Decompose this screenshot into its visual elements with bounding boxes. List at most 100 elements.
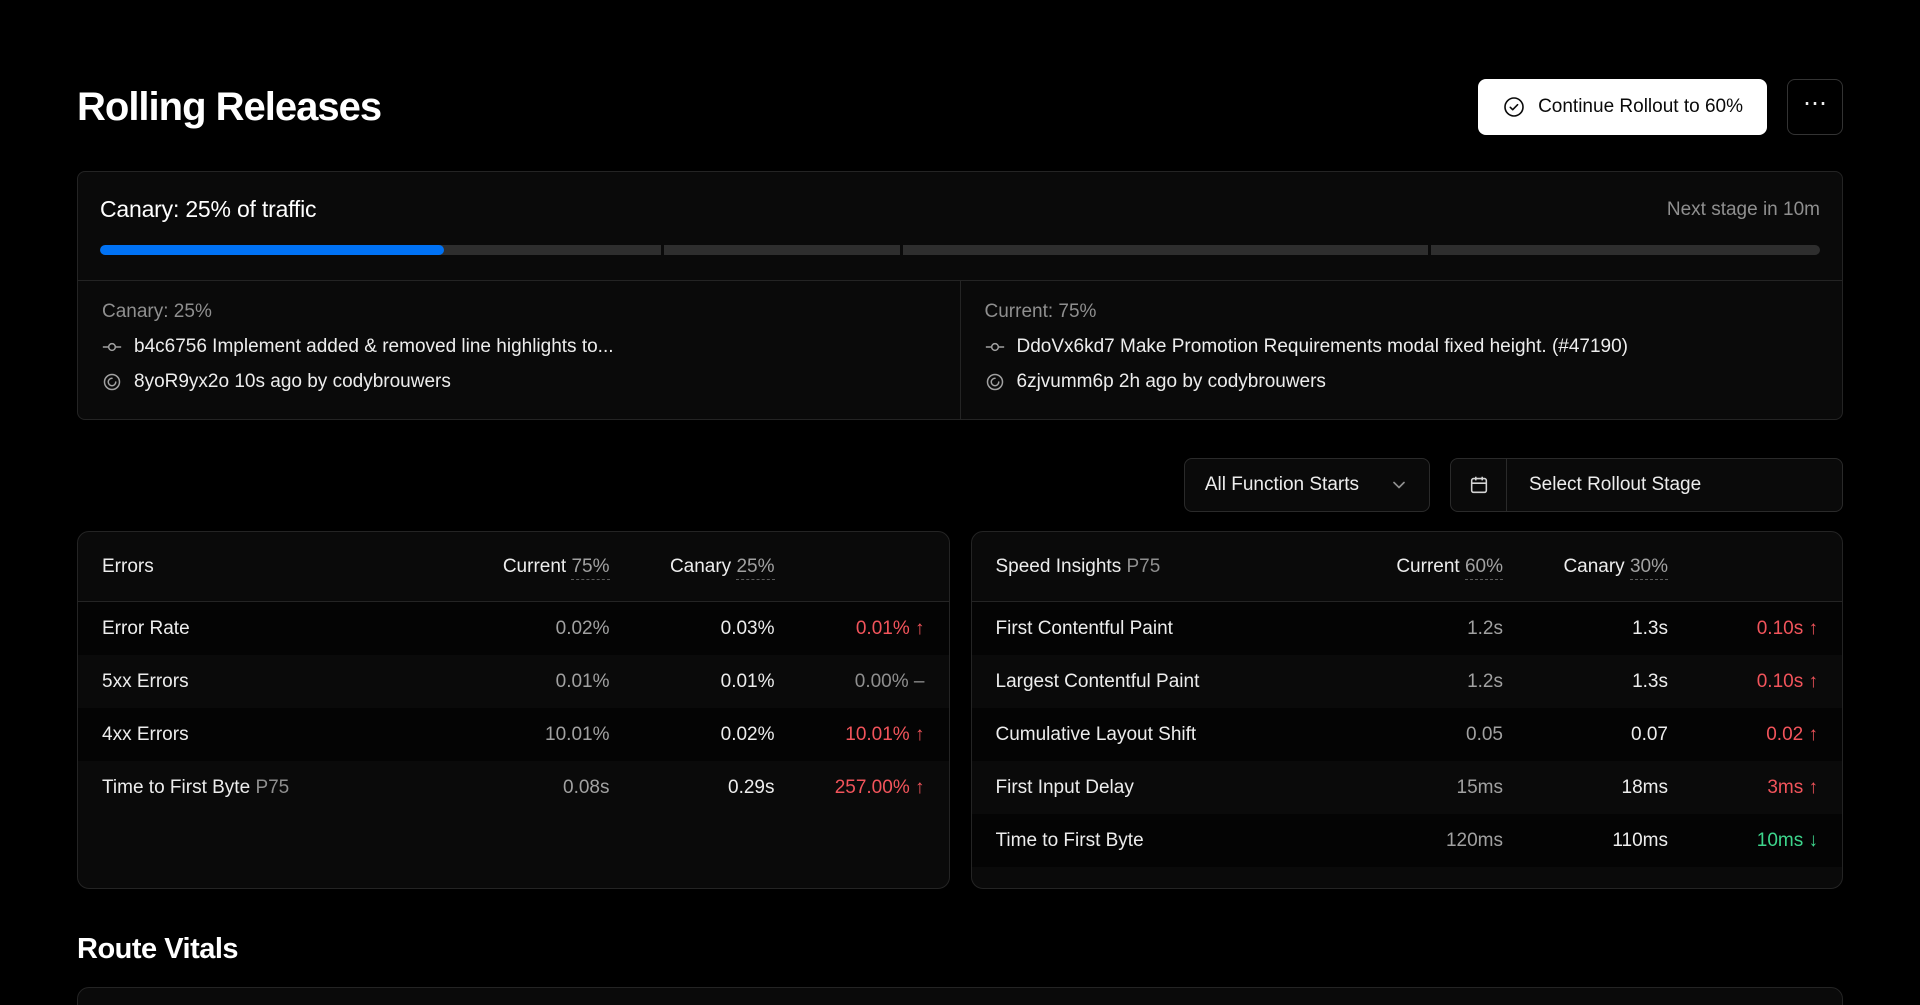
stage-marker bbox=[900, 245, 903, 255]
table-row[interactable]: First Contentful Paint 1.2s 1.3s 0.10s ↑ bbox=[972, 602, 1843, 655]
current-commit-line[interactable]: DdoVx6kd7 Make Promotion Requirements mo… bbox=[985, 336, 1819, 358]
metric-label: Time to First Byte P75 bbox=[102, 777, 430, 799]
metric-canary-value: 110ms bbox=[1503, 830, 1668, 852]
metric-delta-value: 10.01% ↑ bbox=[775, 724, 925, 746]
function-starts-label: All Function Starts bbox=[1205, 474, 1359, 496]
table-row[interactable]: Largest Contentful Paint 1.2s 1.3s 0.10s… bbox=[972, 655, 1843, 708]
canary-commit-line[interactable]: b4c6756 Implement added & removed line h… bbox=[102, 336, 936, 358]
speed-insights-card: Speed Insights P75 Current 60% Canary 30… bbox=[971, 531, 1844, 889]
column-header-current: Current 60% bbox=[1323, 556, 1503, 578]
filters-row: All Function Starts Select Rollout bbox=[77, 458, 1843, 512]
canary-commit-message: b4c6756 Implement added & removed line h… bbox=[134, 336, 614, 358]
canary-percent-badge[interactable]: 30% bbox=[1630, 556, 1668, 580]
calendar-icon-button[interactable] bbox=[1451, 459, 1507, 511]
route-vitals-search-card bbox=[77, 987, 1843, 1005]
table-row[interactable]: Cumulative Layout Shift 0.05 0.07 0.02 ↑ bbox=[972, 708, 1843, 761]
metric-current-value: 1.2s bbox=[1323, 671, 1503, 693]
canary-percent-badge[interactable]: 25% bbox=[736, 556, 774, 580]
speed-table-header: Speed Insights P75 Current 60% Canary 30… bbox=[972, 532, 1843, 602]
current-percent-label: Current: 75% bbox=[985, 301, 1819, 323]
metric-canary-value: 0.03% bbox=[610, 618, 775, 640]
page: Rolling Releases Continue Rollout to 60%… bbox=[0, 0, 1920, 1005]
table-row[interactable]: 4xx Errors 10.01% 0.02% 10.01% ↑ bbox=[78, 708, 949, 761]
rollout-status-header: Canary: 25% of traffic Next stage in 10m bbox=[78, 172, 1842, 223]
chevron-down-icon bbox=[1389, 475, 1409, 495]
metric-delta-value: 10ms ↓ bbox=[1668, 830, 1818, 852]
continue-rollout-button[interactable]: Continue Rollout to 60% bbox=[1478, 79, 1767, 135]
metric-current-value: 0.02% bbox=[430, 618, 610, 640]
next-stage-label: Next stage in 10m bbox=[1667, 199, 1820, 221]
rollout-stage-label: Select Rollout Stage bbox=[1507, 459, 1723, 511]
errors-table-title: Errors bbox=[102, 556, 430, 578]
table-row[interactable]: Error Rate 0.02% 0.03% 0.01% ↑ bbox=[78, 602, 949, 655]
canary-deployment-info: 8yoR9yx2o 10s ago by codybrouwers bbox=[134, 371, 451, 393]
metric-label: 4xx Errors bbox=[102, 724, 430, 746]
metric-label: 5xx Errors bbox=[102, 671, 430, 693]
metric-current-value: 0.05 bbox=[1323, 724, 1503, 746]
metric-delta-value: 0.10s ↑ bbox=[1668, 618, 1818, 640]
ellipsis-icon: ⋯ bbox=[1803, 92, 1827, 116]
metric-delta-value: 0.02 ↑ bbox=[1668, 724, 1818, 746]
rollout-stage-title: Canary: 25% of traffic bbox=[100, 196, 316, 223]
column-header-canary: Canary 30% bbox=[1503, 556, 1668, 578]
metric-current-value: 15ms bbox=[1323, 777, 1503, 799]
more-options-button[interactable]: ⋯ bbox=[1787, 79, 1843, 135]
function-starts-dropdown[interactable]: All Function Starts bbox=[1184, 458, 1430, 512]
calendar-icon bbox=[1468, 474, 1490, 496]
metric-canary-value: 0.01% bbox=[610, 671, 775, 693]
progress-fill bbox=[100, 245, 444, 255]
canary-deployment-panel: Canary: 25% b4c6756 Implement added & re… bbox=[78, 281, 961, 419]
metric-canary-value: 0.07 bbox=[1503, 724, 1668, 746]
metric-current-value: 120ms bbox=[1323, 830, 1503, 852]
current-deployment-info: 6zjvumm6p 2h ago by codybrouwers bbox=[1017, 371, 1326, 393]
errors-card: Errors Current 75% Canary 25% Error Rate… bbox=[77, 531, 950, 889]
errors-table-header: Errors Current 75% Canary 25% bbox=[78, 532, 949, 602]
metric-label: First Contentful Paint bbox=[996, 618, 1324, 640]
rollout-status-card: Canary: 25% of traffic Next stage in 10m… bbox=[77, 171, 1843, 420]
current-commit-message: DdoVx6kd7 Make Promotion Requirements mo… bbox=[1017, 336, 1629, 358]
speed-table-rows: First Contentful Paint 1.2s 1.3s 0.10s ↑… bbox=[972, 602, 1843, 867]
deployment-icon bbox=[102, 372, 122, 392]
deployment-icon bbox=[985, 372, 1005, 392]
current-percent-badge[interactable]: 60% bbox=[1465, 556, 1503, 580]
page-title: Rolling Releases bbox=[77, 85, 381, 130]
speed-table-title: Speed Insights P75 bbox=[996, 556, 1324, 578]
table-row[interactable]: Time to First Byte 120ms 110ms 10ms ↓ bbox=[972, 814, 1843, 867]
column-header-canary: Canary 25% bbox=[610, 556, 775, 578]
rollout-stage-select[interactable]: Select Rollout Stage bbox=[1450, 458, 1843, 512]
metric-delta-value: 0.00% – bbox=[775, 671, 925, 693]
commit-icon bbox=[102, 337, 122, 357]
metric-delta-value: 0.01% ↑ bbox=[775, 618, 925, 640]
table-row[interactable]: Time to First Byte P75 0.08s 0.29s 257.0… bbox=[78, 761, 949, 814]
column-header-current: Current 75% bbox=[430, 556, 610, 578]
metric-canary-value: 0.29s bbox=[610, 777, 775, 799]
metric-canary-value: 18ms bbox=[1503, 777, 1668, 799]
metric-current-value: 1.2s bbox=[1323, 618, 1503, 640]
rollout-progress-bar bbox=[100, 245, 1820, 255]
metric-label: Largest Contentful Paint bbox=[996, 671, 1324, 693]
metric-label: First Input Delay bbox=[996, 777, 1324, 799]
percentile-suffix: P75 bbox=[1126, 556, 1160, 577]
current-deployment-panel: Current: 75% DdoVx6kd7 Make Promotion Re… bbox=[961, 281, 1843, 419]
current-percent-badge[interactable]: 75% bbox=[571, 556, 609, 580]
check-circle-icon bbox=[1502, 95, 1526, 119]
page-header: Rolling Releases Continue Rollout to 60%… bbox=[77, 0, 1843, 135]
metric-label: Time to First Byte bbox=[996, 830, 1324, 852]
continue-rollout-label: Continue Rollout to 60% bbox=[1538, 96, 1743, 118]
canary-percent-label: Canary: 25% bbox=[102, 301, 936, 323]
metrics-section: Errors Current 75% Canary 25% Error Rate… bbox=[77, 531, 1843, 889]
metric-current-value: 10.01% bbox=[430, 724, 610, 746]
table-row[interactable]: First Input Delay 15ms 18ms 3ms ↑ bbox=[972, 761, 1843, 814]
current-deployment-line[interactable]: 6zjvumm6p 2h ago by codybrouwers bbox=[985, 371, 1819, 393]
metric-current-value: 0.08s bbox=[430, 777, 610, 799]
metric-delta-value: 0.10s ↑ bbox=[1668, 671, 1818, 693]
commit-icon bbox=[985, 337, 1005, 357]
rollout-deployments: Canary: 25% b4c6756 Implement added & re… bbox=[78, 281, 1842, 419]
header-actions: Continue Rollout to 60% ⋯ bbox=[1478, 79, 1843, 135]
metric-label: Error Rate bbox=[102, 618, 430, 640]
metric-label: Cumulative Layout Shift bbox=[996, 724, 1324, 746]
percentile-suffix: P75 bbox=[255, 777, 289, 798]
metric-canary-value: 0.02% bbox=[610, 724, 775, 746]
table-row[interactable]: 5xx Errors 0.01% 0.01% 0.00% – bbox=[78, 655, 949, 708]
canary-deployment-line[interactable]: 8yoR9yx2o 10s ago by codybrouwers bbox=[102, 371, 936, 393]
